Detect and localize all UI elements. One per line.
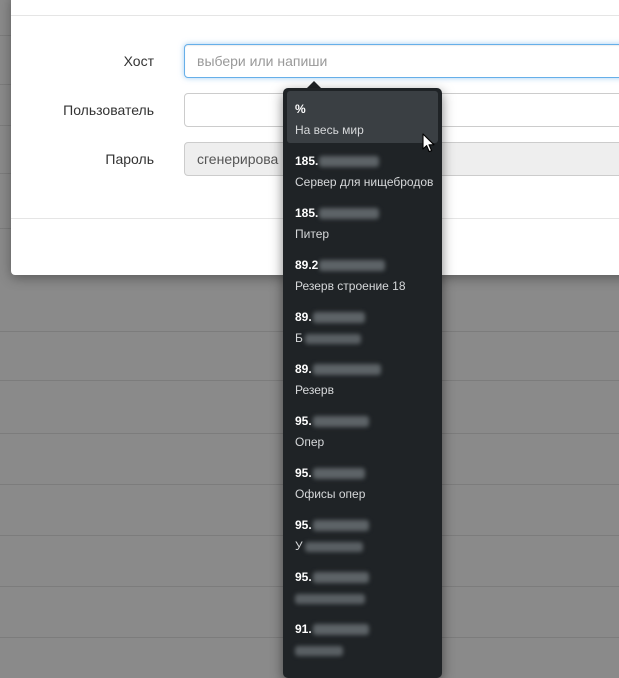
redacted-blur xyxy=(319,208,380,220)
redacted-blur xyxy=(312,624,369,636)
redacted-blur xyxy=(312,468,365,480)
host-option-desc: Резерв строение 18 xyxy=(295,279,406,293)
host-option[interactable]: 91. xyxy=(287,611,438,663)
password-label: Пароль xyxy=(105,151,154,167)
host-option-desc xyxy=(295,590,430,606)
redacted-blur xyxy=(304,333,361,344)
dropdown-arrow xyxy=(307,81,321,88)
host-option-ip: 185. xyxy=(295,153,430,169)
host-option[interactable]: 89. Б xyxy=(287,299,438,351)
host-autocomplete-dropdown[interactable]: % На весь мир 185. Сервер для нищебродов… xyxy=(283,88,442,678)
redacted-blur xyxy=(304,541,363,552)
redacted-blur xyxy=(312,416,369,428)
redacted-blur xyxy=(312,364,381,376)
redacted-blur xyxy=(319,156,380,168)
redacted-blur xyxy=(295,645,343,656)
host-option[interactable]: 95. xyxy=(287,559,438,611)
host-option[interactable]: 185. Питер xyxy=(287,195,438,247)
redacted-blur xyxy=(295,593,365,604)
host-option[interactable]: 95. У xyxy=(287,507,438,559)
host-option-ip: 89. xyxy=(295,309,430,325)
host-option-ip: 91. xyxy=(295,621,430,637)
host-label: Хост xyxy=(123,53,154,69)
redacted-blur xyxy=(312,520,369,532)
host-option-desc: Резерв xyxy=(295,383,334,397)
host-option-ip: 95. xyxy=(295,413,430,429)
host-option[interactable]: 89.2 Резерв строение 18 xyxy=(287,247,438,299)
host-option[interactable]: 95. Опер xyxy=(287,403,438,455)
user-label: Пользователь xyxy=(63,102,154,118)
modal-header-divider xyxy=(11,15,619,16)
host-option[interactable]: % На весь мир xyxy=(287,91,438,143)
host-option-ip: 95. xyxy=(295,517,430,533)
redacted-blur xyxy=(319,260,386,272)
host-option-ip: 95. xyxy=(295,465,430,481)
host-option-desc: Офисы опер xyxy=(295,487,366,501)
host-option-desc: Питер xyxy=(295,227,330,241)
host-option-ip: 95. xyxy=(295,569,430,585)
host-option-desc: У xyxy=(295,538,430,554)
redacted-blur xyxy=(312,312,365,324)
host-option-ip: 89. xyxy=(295,361,430,377)
host-option[interactable]: 95. Офисы опер xyxy=(287,455,438,507)
redacted-blur xyxy=(312,572,369,584)
host-option-desc: Опер xyxy=(295,435,325,449)
host-option[interactable]: 185. Сервер для нищебродов xyxy=(287,143,438,195)
host-option-ip: 89.2 xyxy=(295,257,430,273)
host-option-desc xyxy=(295,642,430,658)
host-input[interactable] xyxy=(184,44,619,78)
host-option-ip: % xyxy=(295,102,306,116)
mouse-pointer-icon xyxy=(422,133,435,153)
host-option-ip: 185. xyxy=(295,205,430,221)
host-option-desc: На весь мир xyxy=(295,123,364,137)
host-option[interactable]: 89. Резерв xyxy=(287,351,438,403)
host-option-desc: Сервер для нищебродов xyxy=(295,175,434,189)
host-option-desc: Б xyxy=(295,330,430,346)
